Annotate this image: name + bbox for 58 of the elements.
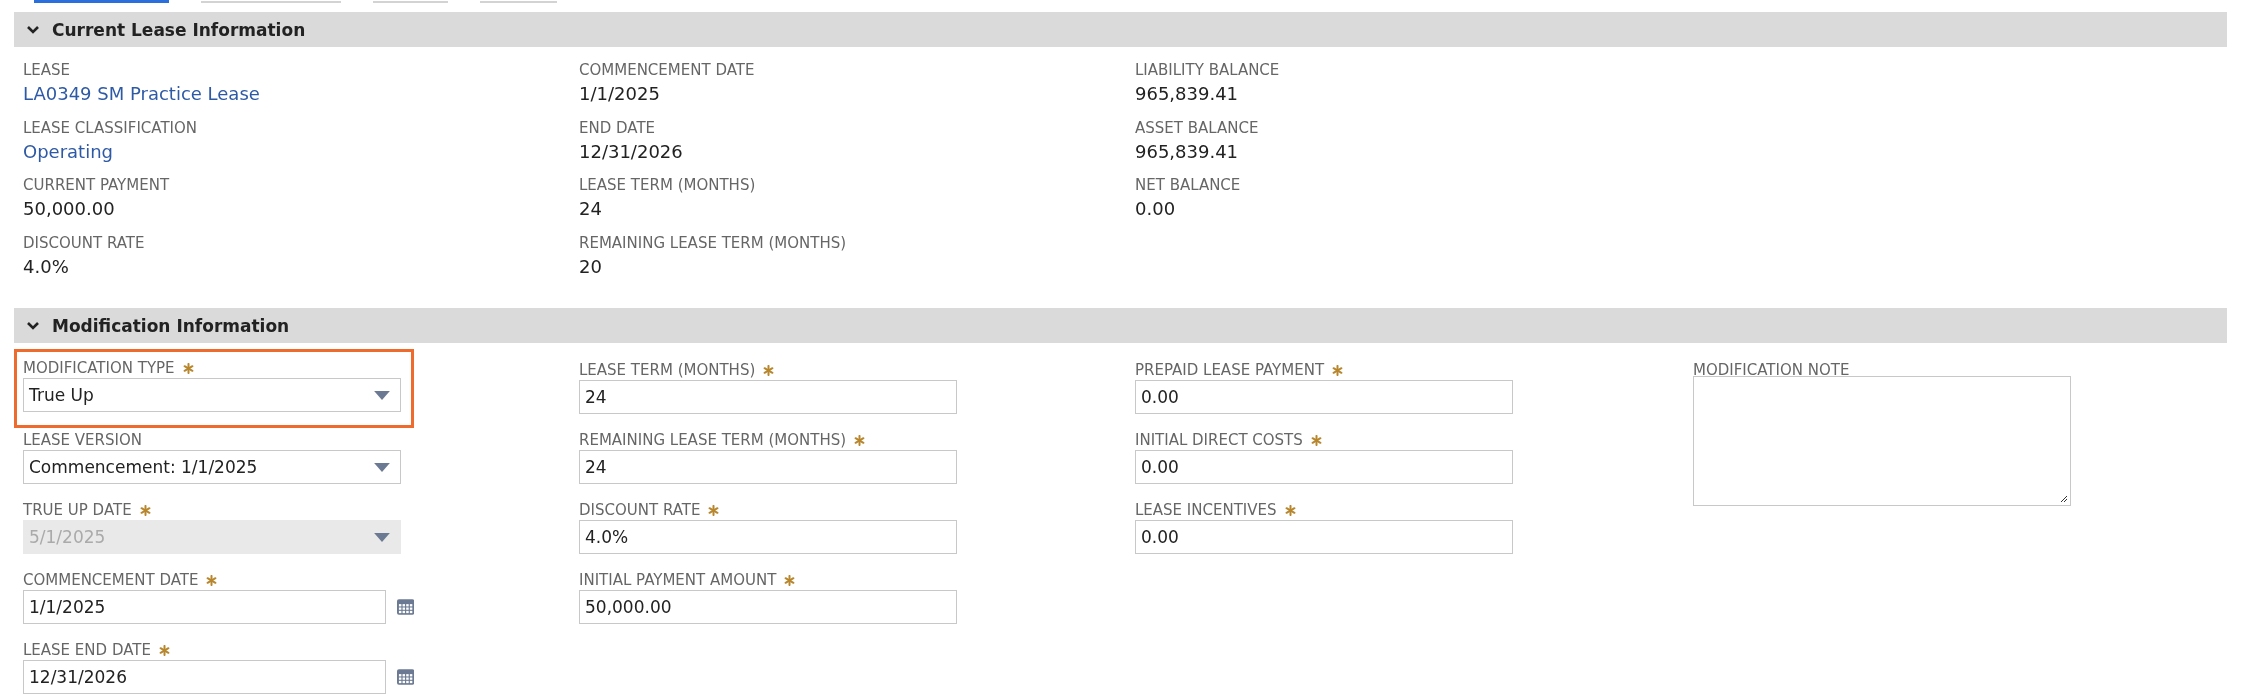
field-value: 965,839.41 — [1135, 140, 1239, 162]
caret-icon — [374, 390, 390, 400]
dropdown-field[interactable]: Commencement: 1/1/2025 — [23, 450, 401, 484]
field-label: LEASE TERM (MONTHS) — [579, 176, 757, 194]
field-label: LEASE VERSION — [23, 431, 142, 449]
field-link[interactable]: LA0349 SM Practice Lease — [23, 83, 260, 104]
calendar-icon[interactable] — [396, 669, 414, 685]
section-header[interactable]: Modification Information — [14, 308, 2227, 343]
field-label: DISCOUNT RATE — [23, 233, 146, 252]
field-value: 24 — [579, 198, 602, 219]
input-field[interactable]: 4.0% — [579, 520, 957, 554]
field-value: 50,000.00 — [23, 198, 115, 219]
field-label: ASSET BALANCE — [1135, 118, 1260, 137]
field-value: 965,839.41 — [1135, 83, 1239, 104]
field-label: CURRENT PAYMENT — [23, 176, 171, 194]
field-value: 12/31/2026 — [579, 140, 683, 162]
field-label: END DATE — [579, 118, 657, 137]
calendar-icon[interactable] — [396, 599, 414, 615]
field-link[interactable]: Operating — [23, 140, 113, 162]
field-label: INITIAL PAYMENT AMOUNT — [579, 571, 777, 589]
date-field[interactable]: 12/31/2026 — [23, 660, 386, 694]
toolbar-button[interactable] — [34, 0, 169, 3]
field-label: LIABILITY BALANCE — [1135, 61, 1281, 79]
section-header[interactable]: Current Lease Information — [14, 12, 2227, 47]
caret-icon — [374, 532, 390, 542]
field-label: LEASE — [23, 61, 72, 79]
input-field[interactable]: 24 — [579, 450, 957, 484]
field-label: NET BALANCE — [1135, 176, 1242, 194]
field-label: REMAINING LEASE TERM (MONTHS) — [579, 233, 848, 252]
field-label: INITIAL DIRECT COSTS — [1135, 431, 1303, 449]
field-label: COMMENCEMENT DATE — [23, 571, 199, 589]
note-field[interactable] — [1693, 376, 2071, 506]
field-value: 20 — [579, 255, 602, 277]
dropdown-field[interactable]: True Up — [23, 378, 401, 412]
field-label: TRUE UP DATE — [23, 501, 132, 519]
field-label: MODIFICATION NOTE — [1693, 361, 1850, 379]
field-label: LEASE END DATE — [23, 641, 151, 659]
date-field[interactable]: 1/1/2025 — [23, 590, 386, 624]
field-label: LEASE TERM (MONTHS) — [579, 361, 756, 379]
field-label: PREPAID LEASE PAYMENT — [1135, 361, 1325, 379]
input-field[interactable]: 0.00 — [1135, 450, 1513, 484]
field-value: 4.0% — [23, 255, 69, 277]
field-label: REMAINING LEASE TERM (MONTHS) — [579, 431, 847, 449]
field-label: DISCOUNT RATE — [579, 501, 701, 519]
field-label: LEASE INCENTIVES — [1135, 501, 1277, 519]
caret-icon — [374, 462, 390, 472]
field-label: MODIFICATION TYPE — [23, 359, 175, 377]
field-value: 0.00 — [1135, 198, 1176, 219]
input-field[interactable]: 0.00 — [1135, 380, 1513, 414]
resize-grip-icon[interactable] — [2060, 495, 2068, 503]
chevron-icon — [26, 320, 40, 331]
input-field[interactable]: 0.00 — [1135, 520, 1513, 554]
chevron-icon — [26, 24, 40, 35]
field-label: LEASE CLASSIFICATION — [23, 118, 198, 137]
input-field[interactable]: 24 — [579, 380, 957, 414]
field-value: 1/1/2025 — [579, 83, 660, 104]
input-field[interactable]: 50,000.00 — [579, 590, 957, 624]
field-label: COMMENCEMENT DATE — [579, 61, 756, 79]
